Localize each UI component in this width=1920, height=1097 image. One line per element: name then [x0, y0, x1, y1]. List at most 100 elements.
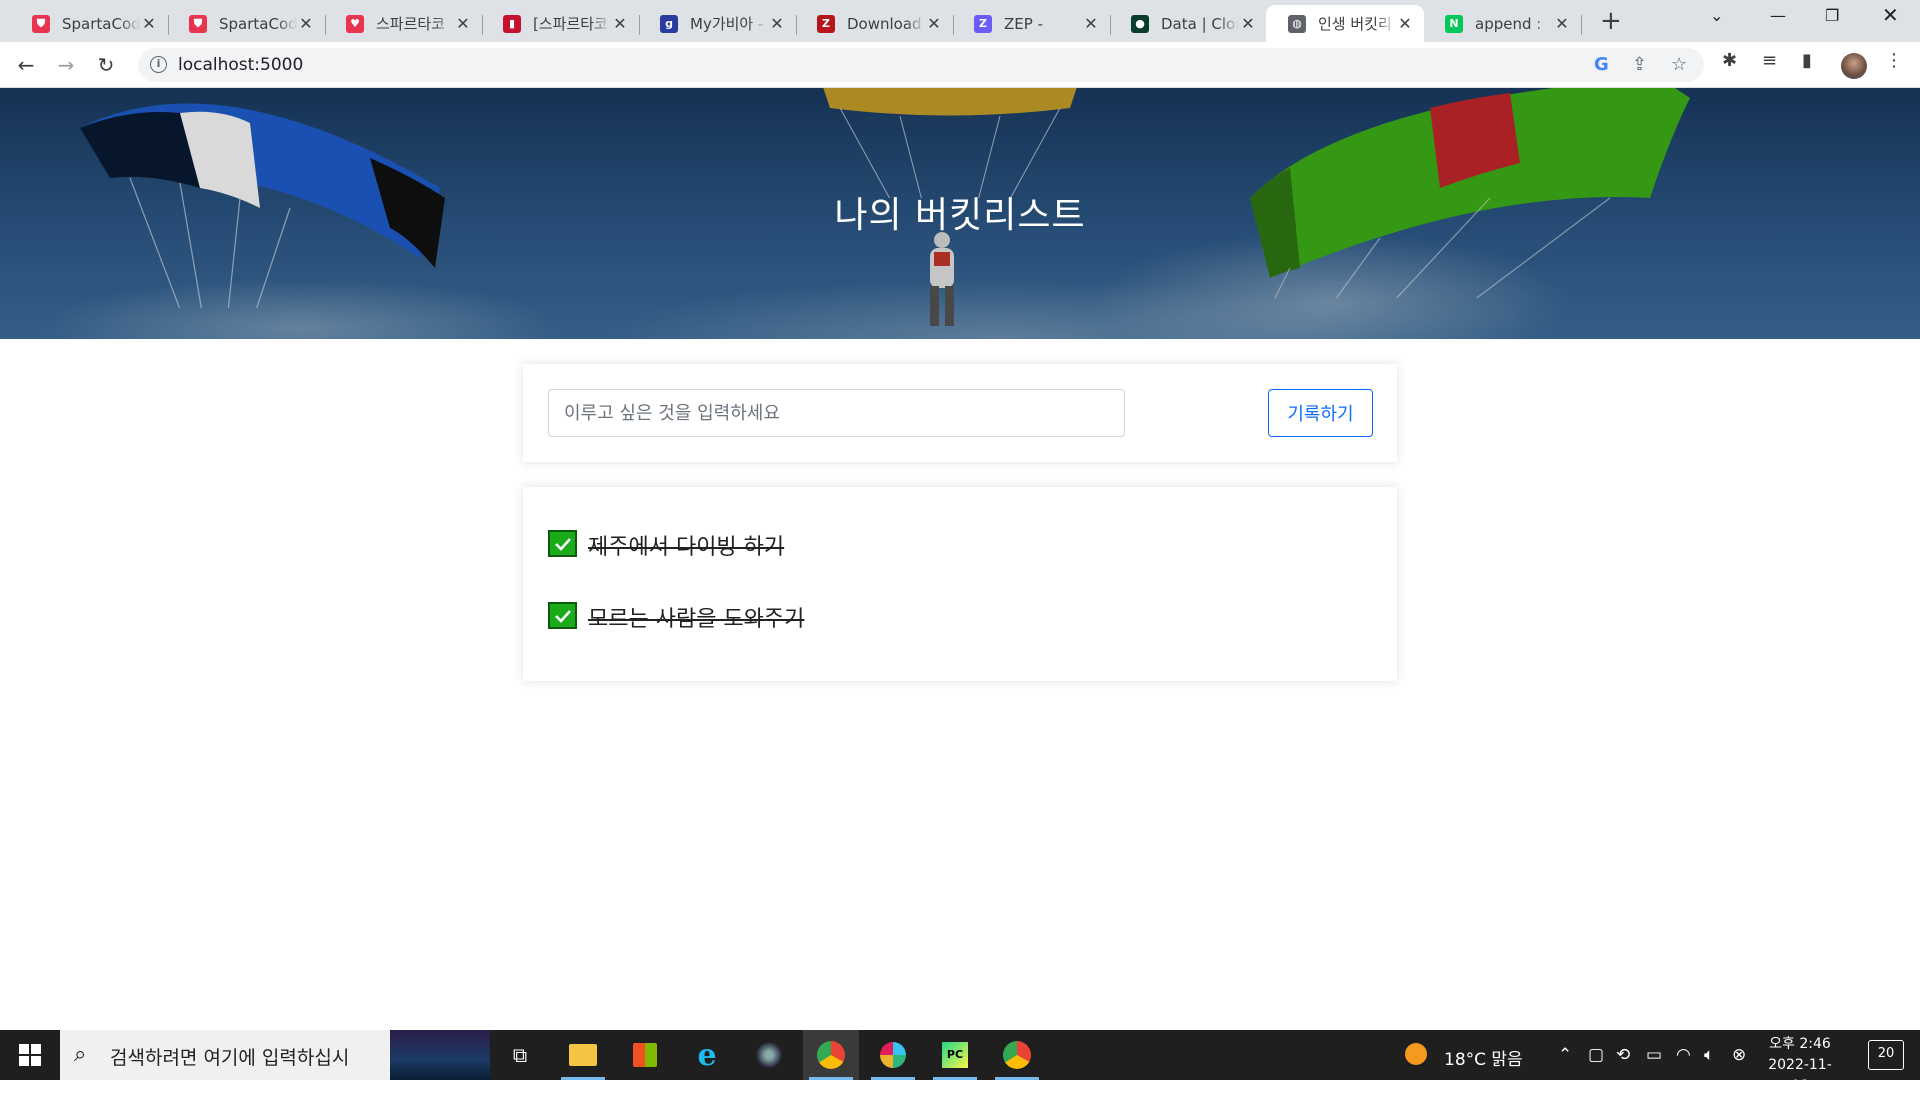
save-button[interactable]: 기록하기 — [1268, 389, 1373, 437]
browser-tab[interactable]: ⛊ SpartaCodi ✕ — [167, 5, 326, 42]
close-tab-icon[interactable]: ✕ — [611, 14, 629, 33]
clock-time: 오후 2:46 — [1769, 1036, 1831, 1052]
profile-avatar[interactable] — [1841, 53, 1867, 79]
close-tab-icon[interactable]: ✕ — [454, 14, 472, 33]
browser-tab[interactable]: ▮ [스파르타코 ✕ — [481, 5, 640, 42]
reload-button[interactable]: ↻ — [91, 50, 121, 80]
obs-icon[interactable] — [741, 1030, 797, 1080]
browser-tab-title: 스파르타코 — [376, 15, 446, 33]
minimize-button[interactable]: — — [1770, 6, 1786, 25]
browser-tab-title: SpartaCodi — [219, 14, 297, 33]
browser-tab[interactable]: g My가비아 - ✕ — [638, 5, 797, 42]
sparta-icon: ⛊ — [189, 14, 207, 33]
pycharm-icon[interactable]: PC — [927, 1030, 983, 1080]
browser-tab[interactable]: ◍ 인생 버킷리 ✕ — [1266, 5, 1424, 42]
windows-taskbar: ⌕ 검색하려면 여기에 입력하십시 ⧉ e PC 18°C 맑음 ⌃ ▢ ⟲ ▭… — [0, 1030, 1920, 1094]
zep-icon: Z — [974, 14, 992, 33]
close-tab-icon[interactable]: ✕ — [768, 14, 786, 33]
browser-toolbar: ← → ↻ i localhost:5000 G ⇪ ☆ ✱ ≡ ▮ ⋮ — [0, 42, 1920, 88]
volume-icon[interactable]: 🔈︎ — [1704, 1045, 1714, 1065]
address-bar[interactable]: i localhost:5000 G ⇪ ☆ — [138, 48, 1704, 82]
file-explorer-icon[interactable] — [555, 1030, 611, 1080]
taskbar-clock[interactable]: 오후 2:46 2022-11-08 — [1760, 1034, 1840, 1097]
list-item-text: 제주에서 다이빙 하기 — [588, 535, 785, 560]
close-tab-icon[interactable]: ✕ — [925, 14, 943, 33]
browser-tab[interactable]: ● Data | Clou ✕ — [1109, 5, 1267, 42]
browser-tab-title: [스파르타코 — [533, 15, 608, 33]
list-item: 제주에서 다이빙 하기 — [548, 529, 1397, 601]
bucket-list-card: 제주에서 다이빙 하기 모르는 사람을 도와주기 — [523, 487, 1397, 681]
bucket-input-card: 기록하기 — [523, 364, 1397, 462]
close-tab-icon[interactable]: ✕ — [1396, 14, 1414, 33]
bucket-input[interactable] — [548, 389, 1125, 437]
sparta-icon: ⛊ — [32, 14, 50, 33]
weather-text[interactable]: 18°C 맑음 — [1444, 1045, 1523, 1070]
check-icon[interactable] — [548, 602, 577, 629]
back-button[interactable]: ← — [11, 50, 41, 80]
notification-count: 20 — [1877, 1046, 1895, 1061]
globe-icon: ◍ — [1288, 14, 1306, 33]
close-tab-icon[interactable]: ✕ — [140, 14, 158, 33]
browser-tab[interactable]: Nappend : ✕ — [1423, 5, 1582, 42]
slack-icon[interactable] — [865, 1030, 921, 1080]
book-icon: ▮ — [503, 14, 521, 33]
ms-store-icon[interactable] — [617, 1030, 673, 1080]
menu-kebab-icon[interactable]: ⋮ — [1885, 50, 1903, 71]
close-tab-icon[interactable]: ✕ — [297, 14, 315, 33]
chrome-icon[interactable] — [803, 1030, 859, 1080]
filezilla-icon: Z — [817, 14, 835, 33]
restore-button[interactable]: ❐ — [1825, 6, 1839, 25]
tray-app-icon[interactable]: ▢ — [1588, 1045, 1604, 1065]
weather-sun-icon[interactable] — [1405, 1043, 1427, 1070]
new-tab-button[interactable]: + — [1600, 8, 1622, 34]
search-highlight-image — [390, 1030, 490, 1080]
wifi-icon[interactable]: ◠ — [1676, 1045, 1691, 1065]
check-icon[interactable] — [548, 530, 577, 557]
browser-tab-title: SpartaCodi — [62, 14, 140, 33]
search-placeholder: 검색하려면 여기에 입력하십시 — [110, 1047, 350, 1069]
list-item: 모르는 사람을 도와주기 — [548, 601, 1397, 673]
side-panel-icon[interactable]: ▮ — [1802, 50, 1812, 71]
extensions-icon[interactable]: ✱ — [1722, 50, 1737, 71]
close-tab-icon[interactable]: ✕ — [1082, 14, 1100, 33]
browser-tab-title: 인생 버킷리 — [1318, 15, 1392, 33]
hero-banner: 나의 버킷리스트 — [0, 88, 1920, 339]
task-view-icon[interactable]: ⧉ — [492, 1030, 548, 1080]
windows-logo-icon — [19, 1044, 41, 1066]
browser-tab[interactable]: ⛊ SpartaCodi ✕ — [10, 5, 169, 42]
browser-tab[interactable]: ♥ 스파르타코 ✕ — [324, 5, 483, 42]
site-info-icon[interactable]: i — [150, 56, 167, 73]
browser-tab-strip: ⛊ SpartaCodi ✕ ⛊ SpartaCodi ✕ ♥ 스파르타코 ✕ ▮ [스파르타코 ✕ g… — [0, 0, 1920, 42]
show-hidden-icons-icon[interactable]: ⌃ — [1558, 1045, 1572, 1065]
tray-sync-icon[interactable]: ⟲ — [1616, 1045, 1630, 1065]
naver-icon: N — [1445, 14, 1463, 33]
windows-start-button[interactable] — [0, 1030, 60, 1080]
taskbar-search-box[interactable]: ⌕ 검색하려면 여기에 입력하십시 — [60, 1030, 490, 1080]
close-tab-icon[interactable]: ✕ — [1553, 14, 1571, 33]
list-item-text: 모르는 사람을 도와주기 — [588, 607, 805, 632]
browser-tab-title: append : — [1475, 14, 1542, 33]
heart-icon: ♥ — [346, 14, 364, 33]
browser-tab-title: My가비아 - — [690, 15, 764, 33]
mongodb-icon: ● — [1131, 14, 1149, 33]
close-window-button[interactable]: ✕ — [1882, 3, 1899, 27]
browser-tab-title: ZEP - — [1004, 14, 1043, 33]
browser-tab-title: Data | Clou — [1161, 14, 1239, 33]
notification-center-icon[interactable]: 20 — [1868, 1040, 1904, 1070]
google-lens-icon[interactable]: G — [1594, 54, 1609, 75]
page-title: 나의 버킷리스트 — [834, 195, 1086, 236]
browser-tab[interactable]: Z Download ✕ — [795, 5, 954, 42]
bookmark-star-icon[interactable]: ☆ — [1671, 54, 1687, 75]
ime-off-icon[interactable]: ⊗ — [1732, 1045, 1746, 1065]
chrome-icon[interactable] — [989, 1030, 1045, 1080]
gabia-icon: g — [660, 14, 678, 33]
media-control-icon[interactable]: ≡ — [1762, 50, 1777, 71]
search-icon: ⌕ — [74, 1042, 87, 1067]
battery-icon[interactable]: ▭ — [1646, 1045, 1662, 1065]
close-tab-icon[interactable]: ✕ — [1239, 14, 1257, 33]
tab-search-icon[interactable]: ⌄ — [1710, 6, 1723, 25]
browser-tab[interactable]: Z ZEP - ✕ — [952, 5, 1111, 42]
forward-button[interactable]: → — [51, 50, 81, 80]
share-icon[interactable]: ⇪ — [1632, 54, 1647, 75]
internet-explorer-icon[interactable]: e — [679, 1030, 735, 1080]
